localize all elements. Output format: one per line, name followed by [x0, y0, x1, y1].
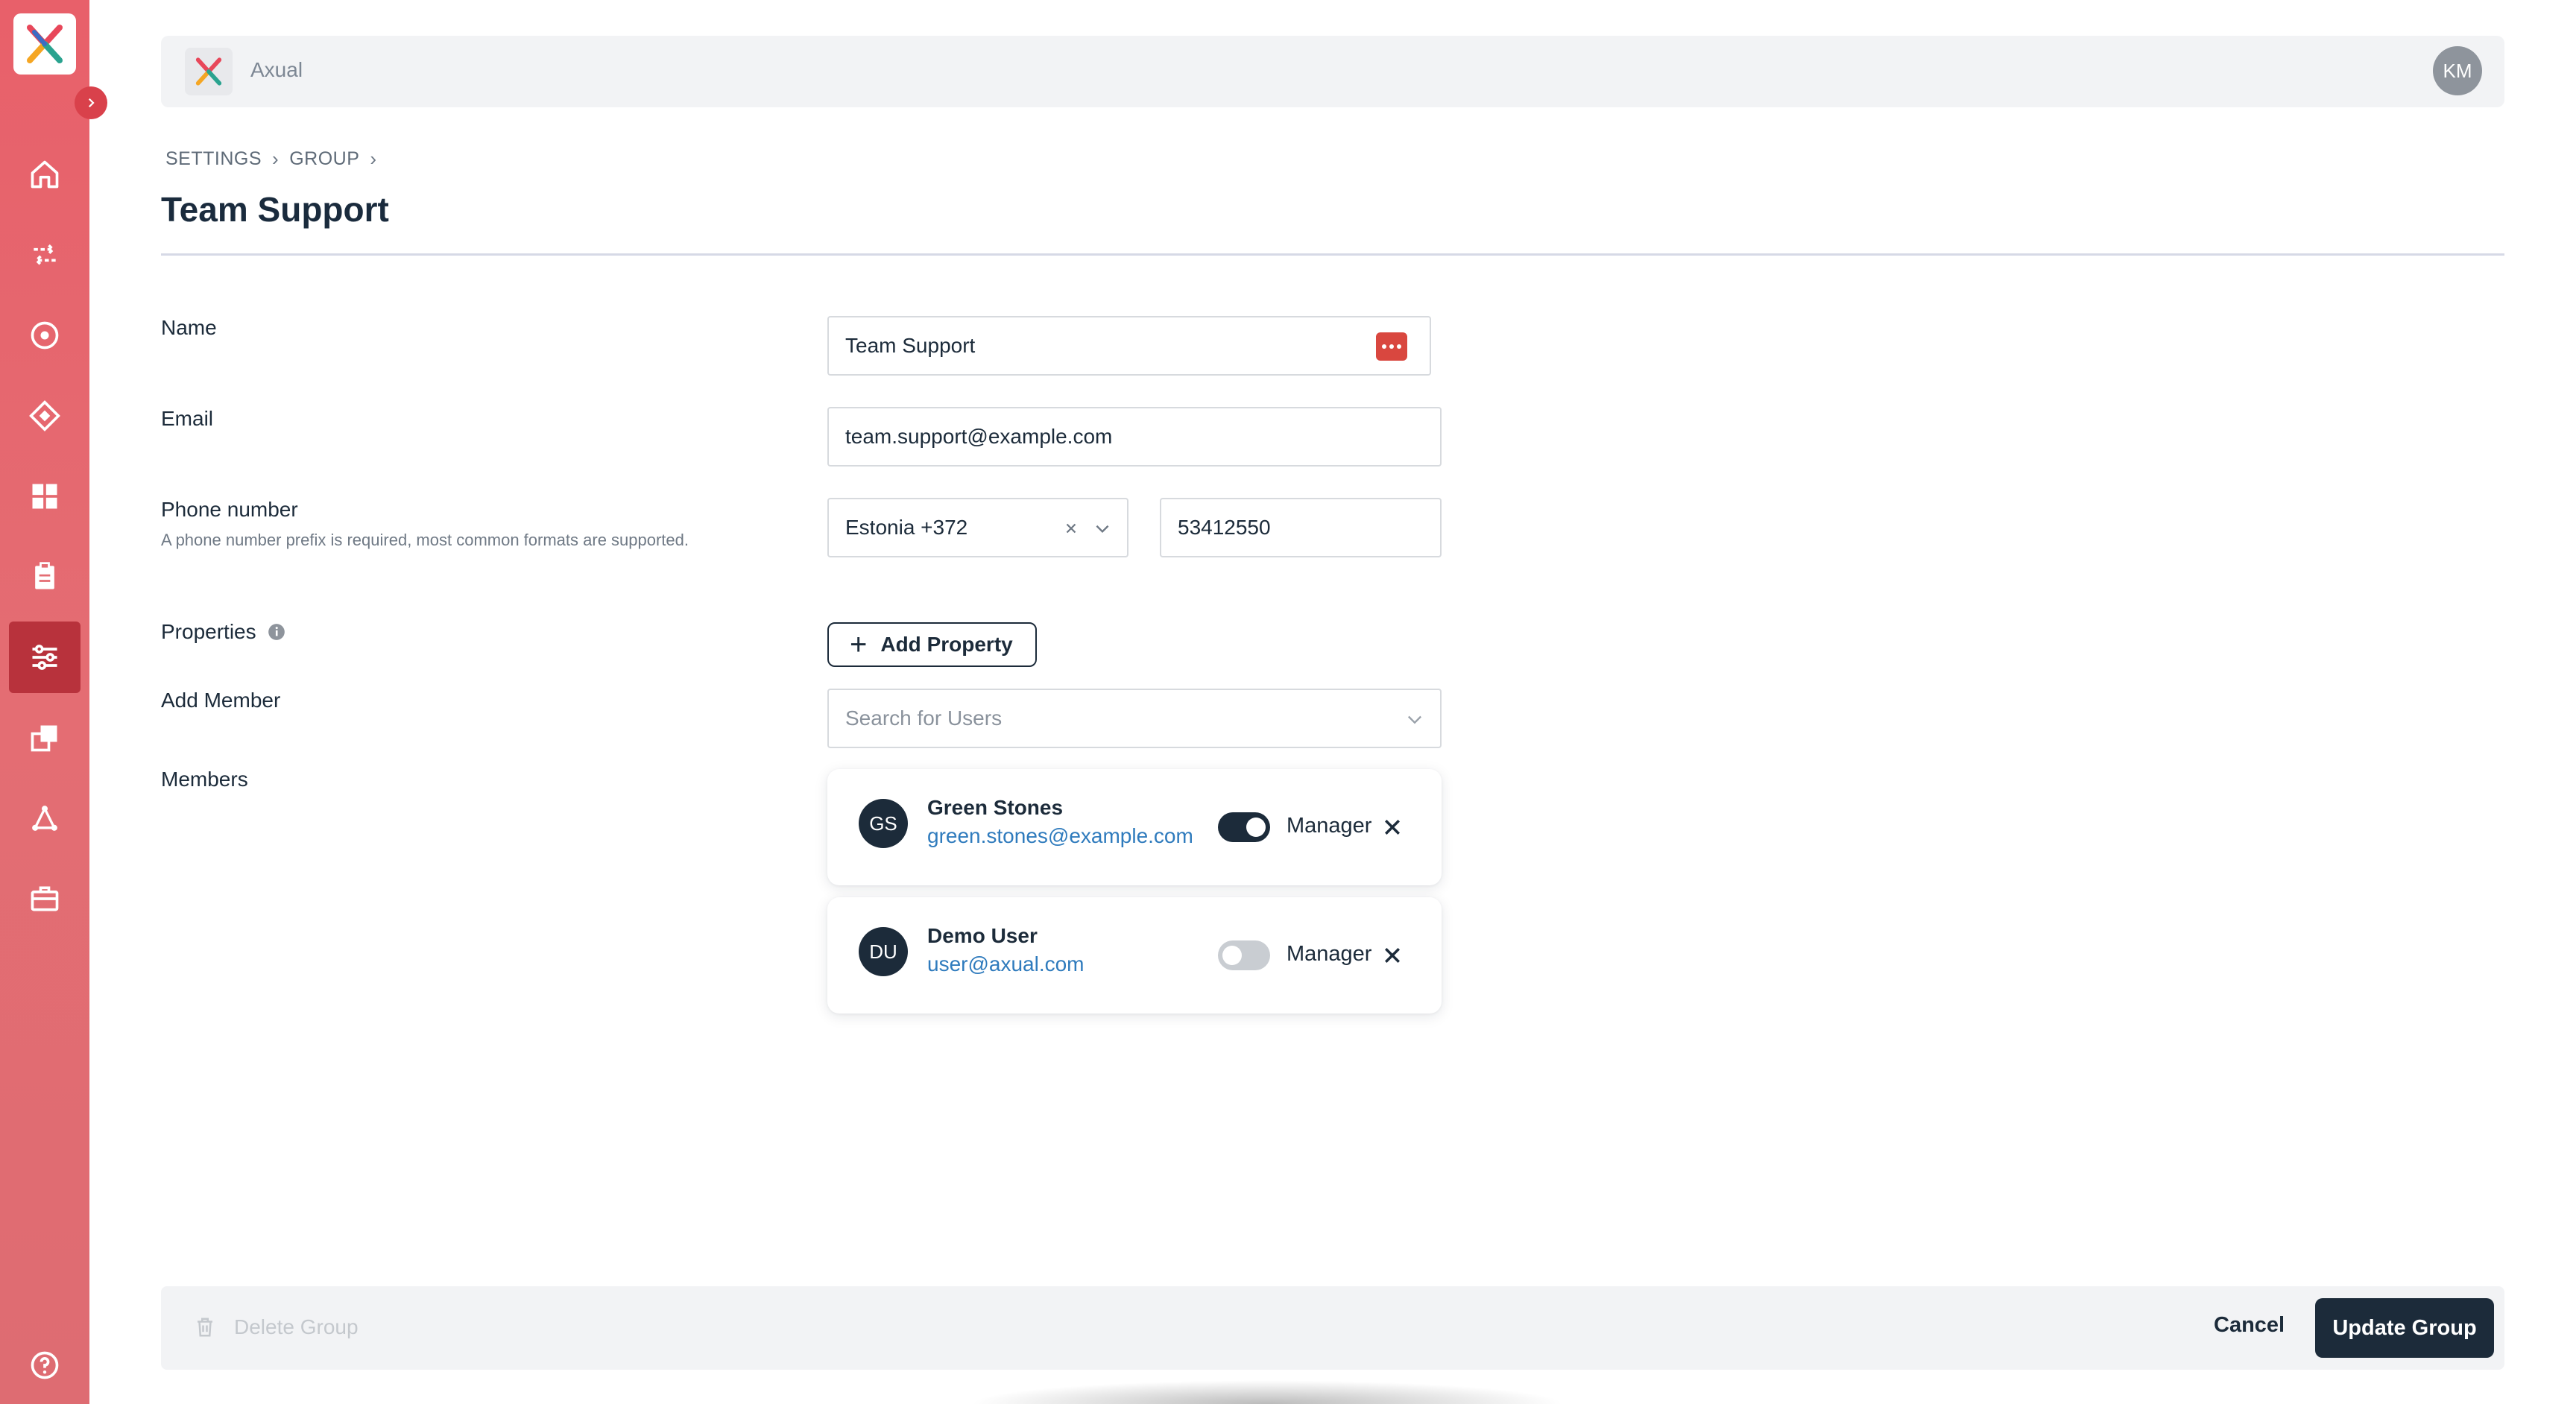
- close-icon: [1385, 820, 1400, 835]
- member-card: GS Green Stones green.stones@example.com…: [827, 769, 1442, 885]
- nav-home[interactable]: [9, 139, 80, 210]
- close-icon: [1385, 948, 1400, 963]
- chevron-right-icon: ›: [370, 148, 377, 170]
- plus-icon: +: [850, 628, 868, 661]
- nav-settings[interactable]: [9, 622, 80, 693]
- member-avatar: GS: [859, 799, 908, 848]
- manager-toggle[interactable]: [1218, 812, 1270, 842]
- remove-member-button[interactable]: [1376, 811, 1409, 844]
- axual-logo-icon: [195, 57, 222, 86]
- phone-country-value: Estonia +372: [845, 516, 968, 539]
- member-card: DU Demo User user@axual.com Manager: [827, 897, 1442, 1014]
- graph-icon: [32, 806, 57, 831]
- member-email[interactable]: user@axual.com: [927, 952, 1085, 976]
- form-footer: Delete Group Cancel Update Group: [161, 1286, 2504, 1370]
- nav-diamond[interactable]: [9, 380, 80, 452]
- copy-icon: [31, 725, 57, 752]
- nav-target[interactable]: [9, 300, 80, 371]
- manager-label: Manager: [1287, 814, 1372, 838]
- target-icon: [31, 321, 59, 350]
- phone-number-value: 53412550: [1178, 516, 1271, 539]
- settings-sliders-icon: [32, 645, 57, 670]
- page-title: Team Support: [161, 190, 389, 229]
- briefcase-icon: [31, 886, 59, 911]
- chevron-down-icon[interactable]: [1404, 709, 1425, 730]
- nav-copy[interactable]: [9, 702, 80, 774]
- user-avatar[interactable]: KM: [2433, 46, 2482, 95]
- update-group-button[interactable]: Update Group: [2315, 1298, 2494, 1358]
- member-name: Green Stones: [927, 796, 1064, 819]
- clipboard-icon: [35, 562, 54, 589]
- home-icon: [31, 160, 59, 189]
- axual-logo-icon: [27, 25, 63, 63]
- top-bar: Axual KM: [161, 36, 2504, 107]
- name-value: Team Support: [845, 334, 976, 357]
- bottom-shadow: [969, 1380, 1565, 1404]
- add-property-button[interactable]: + Add Property: [827, 622, 1037, 667]
- member-avatar: DU: [859, 927, 908, 976]
- sidebar-expand-button[interactable]: [75, 86, 107, 119]
- help-icon: [31, 1351, 59, 1379]
- delete-group-button[interactable]: Delete Group: [194, 1315, 359, 1340]
- remove-member-button[interactable]: [1376, 939, 1409, 972]
- breadcrumb-group[interactable]: GROUP: [289, 148, 359, 170]
- app-name: Axual: [250, 58, 303, 81]
- properties-label: Properties: [161, 620, 256, 643]
- phone-number-field[interactable]: 53412550: [1160, 498, 1442, 557]
- email-label: Email: [161, 407, 214, 430]
- nav-dashboard[interactable]: [9, 461, 80, 532]
- phone-country-select[interactable]: Estonia +372: [827, 498, 1128, 557]
- breadcrumb: SETTINGS › GROUP ›: [165, 148, 388, 171]
- cancel-button[interactable]: Cancel: [2214, 1313, 2285, 1338]
- members-label: Members: [161, 768, 248, 791]
- phone-hint: A phone number prefix is required, most …: [161, 531, 689, 549]
- nav-streams[interactable]: [9, 219, 80, 291]
- clear-icon[interactable]: [1063, 520, 1079, 537]
- nav-briefcase[interactable]: [9, 863, 80, 935]
- add-property-label: Add Property: [880, 633, 1013, 656]
- trash-icon: [198, 1318, 212, 1337]
- properties-label-row: Properties: [161, 620, 286, 644]
- member-email[interactable]: green.stones@example.com: [927, 824, 1193, 848]
- sidebar: [0, 0, 89, 1404]
- email-value: team.support@example.com: [845, 425, 1113, 448]
- manager-toggle[interactable]: [1218, 940, 1270, 970]
- chevron-down-icon[interactable]: [1093, 519, 1112, 538]
- app-logo[interactable]: [185, 48, 233, 95]
- breadcrumb-settings[interactable]: SETTINGS: [165, 148, 262, 170]
- name-field[interactable]: Team Support: [827, 316, 1431, 376]
- password-manager-icon[interactable]: [1376, 332, 1407, 361]
- info-icon[interactable]: [267, 622, 286, 642]
- phone-label: Phone number: [161, 498, 298, 521]
- search-users-select[interactable]: Search for Users: [827, 689, 1442, 748]
- chevron-right-icon: ›: [272, 148, 280, 170]
- dashboard-icon: [32, 484, 57, 509]
- manager-label: Manager: [1287, 942, 1372, 966]
- nav-clipboard[interactable]: [9, 541, 80, 613]
- chevron-right-icon: [88, 98, 95, 108]
- nav-graph[interactable]: [9, 782, 80, 854]
- member-name: Demo User: [927, 924, 1038, 947]
- search-users-placeholder: Search for Users: [845, 706, 1003, 730]
- diamond-icon: [29, 400, 60, 431]
- axual-logo[interactable]: [13, 13, 76, 75]
- nav-help[interactable]: [9, 1329, 80, 1401]
- add-member-label: Add Member: [161, 689, 281, 712]
- email-field[interactable]: team.support@example.com: [827, 407, 1442, 467]
- name-label: Name: [161, 316, 217, 339]
- divider: [161, 253, 2504, 256]
- streams-icon: [34, 244, 56, 266]
- delete-group-label: Delete Group: [234, 1315, 359, 1338]
